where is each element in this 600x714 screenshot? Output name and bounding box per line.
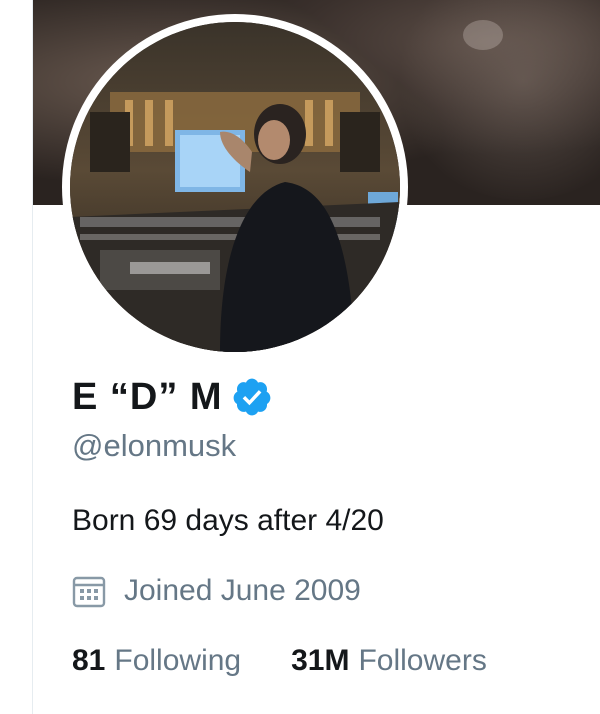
- join-date-text: Joined June 2009: [124, 574, 361, 607]
- avatar-photo: [70, 22, 400, 352]
- join-date: Joined June 2009: [72, 574, 361, 608]
- followers-label: Followers: [358, 644, 487, 677]
- banner-highlight-small: [463, 20, 503, 50]
- profile-bio: Born 69 days after 4/20: [72, 504, 384, 537]
- calendar-icon: [72, 574, 106, 608]
- profile-name-row: E “D” M: [72, 372, 273, 422]
- username-handle: @elonmusk: [72, 428, 237, 463]
- display-name: E “D” M: [72, 375, 223, 418]
- following-count: 81: [72, 644, 106, 677]
- following-link[interactable]: 81 Following: [72, 644, 241, 678]
- profile-card: E “D” M @elonmusk Born 69 days after 4/2…: [0, 0, 600, 714]
- follow-stats: 81 Following 31M Followers: [72, 644, 487, 678]
- following-label: Following: [114, 644, 242, 677]
- verified-badge-icon: [231, 376, 273, 418]
- avatar[interactable]: [70, 22, 400, 352]
- followers-link[interactable]: 31M Followers: [291, 644, 487, 678]
- followers-count: 31M: [291, 644, 350, 677]
